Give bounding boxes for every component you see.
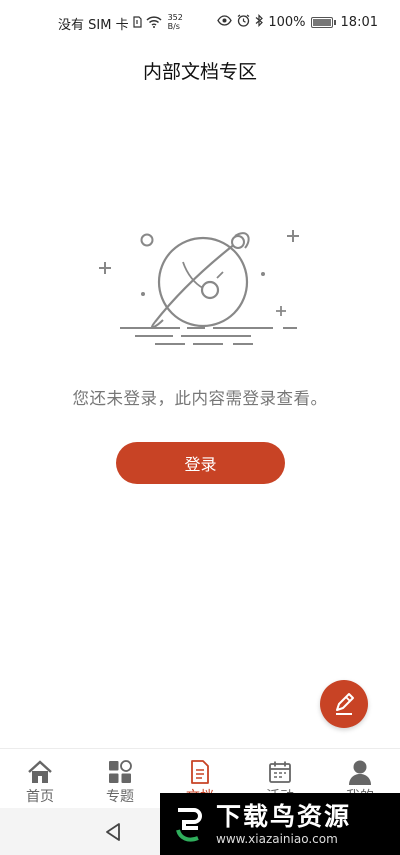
- status-right: 100% 18:01: [217, 14, 378, 31]
- tab-topics[interactable]: 专题: [80, 749, 160, 808]
- network-speed: 352 B/s: [168, 13, 183, 31]
- grid-icon: [107, 759, 133, 785]
- watermark-title: 下载鸟资源: [216, 802, 352, 831]
- edit-fab-button[interactable]: [320, 680, 368, 728]
- speed-value: 352: [167, 13, 183, 22]
- home-icon: [27, 759, 53, 785]
- speed-unit: B/s: [167, 22, 180, 31]
- status-bar: 没有 SIM 卡 352 B/s 100% 18:01: [0, 0, 400, 44]
- clock-time: 18:01: [340, 15, 378, 30]
- watermark-banner: 下载鸟资源 www.xiazainiao.com: [160, 793, 400, 855]
- status-left: 没有 SIM 卡 352 B/s: [58, 13, 183, 33]
- pencil-icon: [336, 693, 354, 715]
- wifi-icon: [146, 15, 162, 32]
- bird-logo-icon: [176, 808, 202, 842]
- carrier-text: 没有 SIM 卡: [58, 18, 129, 33]
- calendar-icon: [267, 759, 293, 785]
- eye-icon: [217, 15, 233, 30]
- login-button[interactable]: 登录: [116, 442, 285, 484]
- battery-icon: [310, 17, 336, 28]
- page-header: 内部文档专区: [0, 44, 400, 96]
- watermark-text: 下载鸟资源 www.xiazainiao.com: [216, 802, 351, 846]
- tab-home[interactable]: 首页: [0, 749, 80, 808]
- document-icon: [187, 759, 213, 785]
- watermark-url: www.xiazainiao.com: [216, 832, 338, 846]
- page-title: 内部文档专区: [142, 60, 257, 83]
- battery-percent: 100%: [268, 15, 306, 30]
- login-required-message: 您还未登录，此内容需登录查看。: [72, 389, 328, 408]
- bluetooth-icon: [255, 14, 264, 31]
- back-triangle-icon[interactable]: [104, 822, 122, 846]
- person-icon: [347, 759, 373, 785]
- alarm-icon: [237, 14, 250, 31]
- tab-label-topics: 专题: [106, 789, 134, 805]
- planet-illustration: [99, 230, 299, 345]
- tab-label-home: 首页: [26, 789, 54, 805]
- sim-icon: [132, 15, 142, 32]
